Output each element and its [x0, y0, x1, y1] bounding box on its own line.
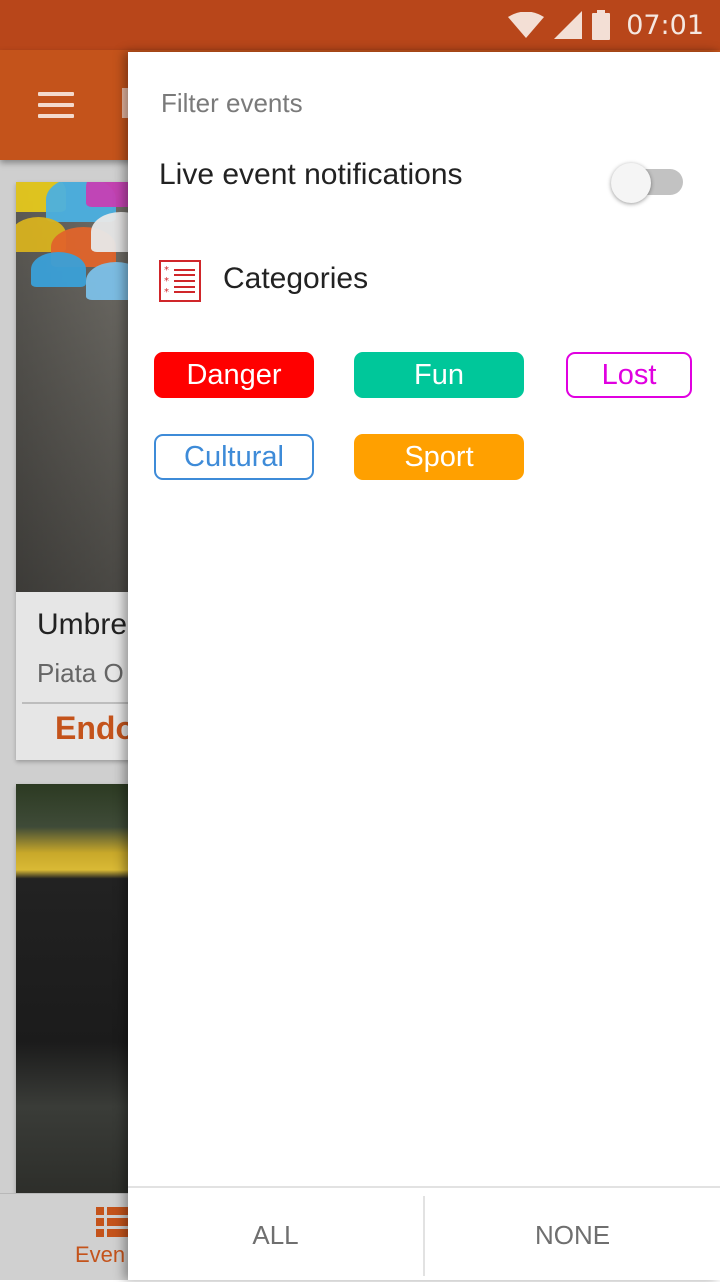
wifi-icon	[508, 12, 545, 38]
status-icons: 07:01	[508, 0, 704, 50]
category-chip-sport[interactable]: Sport	[354, 434, 524, 480]
drawer-title: Filter events	[161, 88, 303, 118]
category-chip-fun[interactable]: Fun	[354, 352, 524, 398]
hamburger-menu-icon[interactable]	[38, 92, 74, 118]
live-notifications-toggle[interactable]	[611, 160, 689, 203]
category-chip-cultural[interactable]: Cultural	[154, 434, 314, 480]
status-bar: 07:01	[0, 0, 720, 50]
cell-signal-icon	[554, 11, 583, 39]
select-all-button[interactable]: ALL	[128, 1188, 423, 1282]
category-chip-lost[interactable]: Lost	[566, 352, 692, 398]
nav-events-label[interactable]: Even	[75, 1242, 125, 1268]
event-location: Piata O	[37, 658, 124, 688]
svg-text:*: *	[164, 276, 169, 287]
event-title: Umbre	[37, 608, 128, 641]
toggle-thumb	[611, 163, 651, 203]
category-chip-danger[interactable]: Danger	[154, 352, 314, 398]
categories-label: Categories	[223, 262, 369, 295]
select-none-button[interactable]: NONE	[425, 1188, 720, 1282]
drawer-footer: ALL NONE	[128, 1186, 720, 1280]
svg-text:*: *	[164, 287, 169, 298]
categories-header: * * * Categories	[159, 258, 559, 302]
category-list-icon: * * *	[159, 260, 201, 302]
live-notifications-row: Live event notifications	[159, 154, 689, 203]
list-icon[interactable]	[96, 1207, 131, 1237]
live-notifications-label: Live event notifications	[159, 158, 463, 191]
svg-text:*: *	[164, 265, 169, 276]
battery-icon	[592, 10, 611, 40]
status-time: 07:01	[626, 9, 704, 41]
filter-drawer: Filter events Live event notifications *…	[128, 52, 720, 1280]
event-action-button[interactable]: Endo	[55, 710, 135, 747]
